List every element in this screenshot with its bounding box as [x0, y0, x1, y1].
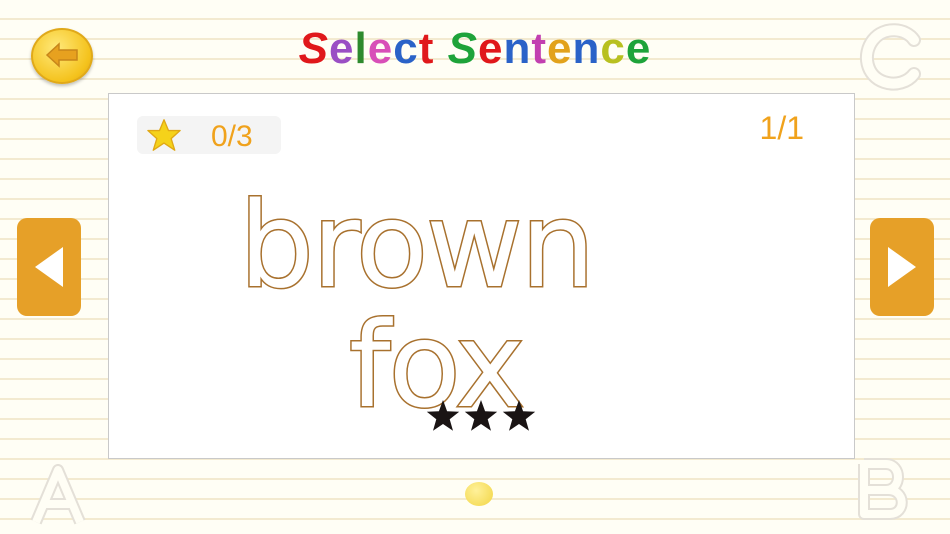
right-triangle-icon [888, 247, 916, 287]
decor-letter-a [30, 464, 86, 525]
left-triangle-icon [35, 247, 63, 287]
title-letter: e [329, 24, 355, 73]
decor-letter-b [858, 458, 908, 520]
title-letter: n [572, 24, 601, 73]
title-letter: c [600, 24, 626, 73]
progress-star-icon [426, 400, 460, 431]
title-letter: S [298, 24, 330, 73]
title-letter: e [367, 24, 394, 73]
trace-word-line-1[interactable]: brown [237, 185, 596, 306]
title-letter: c [393, 24, 419, 73]
title-letter: e [546, 24, 573, 73]
sentence-card: 0/3 1/1 brown fox [108, 93, 855, 459]
previous-button[interactable] [17, 218, 81, 316]
progress-star-icon [502, 400, 536, 431]
page-indicator-dot[interactable] [465, 482, 493, 506]
title-letter: l [354, 24, 368, 73]
title-letter: t [418, 24, 435, 73]
page-counter: 1/1 [759, 110, 804, 146]
score-text: 0/3 [211, 120, 253, 153]
title-letter: S [447, 24, 478, 73]
title-letter: n [503, 24, 532, 73]
title-letter: e [625, 24, 652, 73]
star-icon [147, 119, 181, 151]
progress-stars [426, 400, 536, 431]
score-box: 0/3 [137, 116, 281, 154]
title-letter [434, 24, 447, 74]
title-letter: t [531, 24, 547, 73]
page-title: Select Sentence [0, 24, 950, 74]
progress-star-icon [464, 400, 498, 431]
next-button[interactable] [870, 218, 934, 316]
title-letter: e [477, 24, 504, 73]
